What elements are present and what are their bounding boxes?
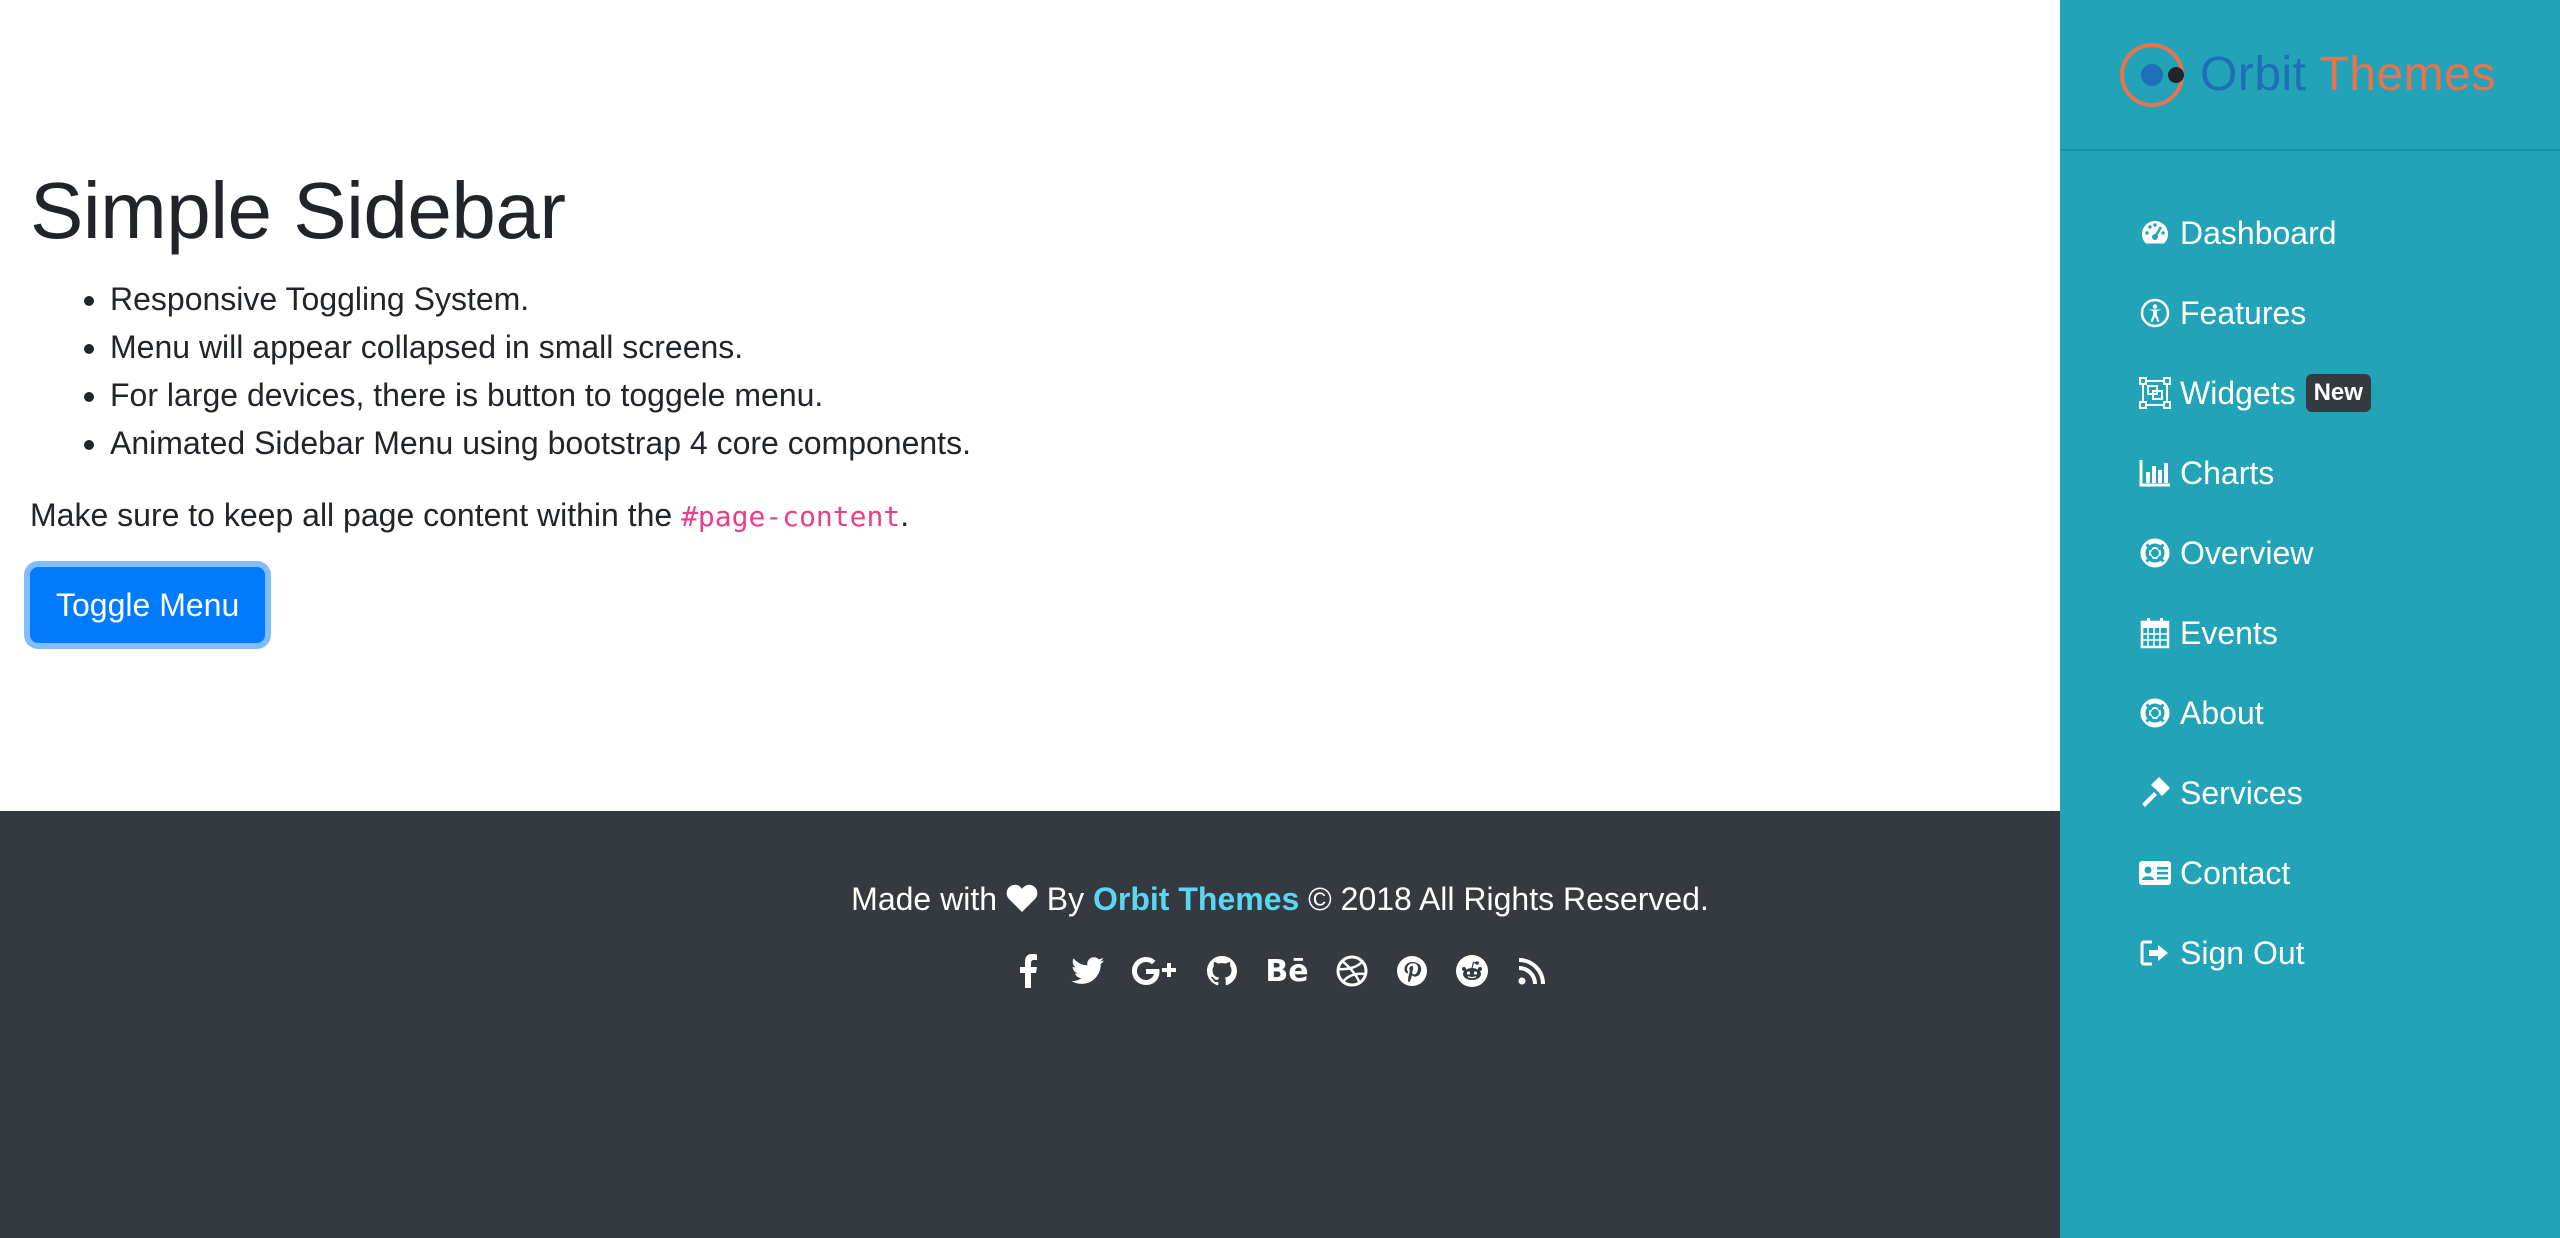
sidebar-item-label: Widgets (2180, 374, 2296, 411)
sidebar-item-label: Services (2180, 774, 2303, 811)
sidebar-item-label: Dashboard (2180, 214, 2337, 251)
rss-icon[interactable] (1514, 951, 1550, 991)
list-item: Menu will appear collapsed in small scre… (110, 323, 2060, 371)
sidebar-item-services[interactable]: Services (2138, 753, 2560, 833)
rights-text: © 2018 All Rights Reserved. (1308, 881, 1709, 917)
calendar-icon (2138, 616, 2172, 650)
life-ring-icon (2138, 696, 2172, 730)
pinterest-icon[interactable] (1394, 951, 1430, 991)
sidebar-item-dashboard[interactable]: Dashboard (2138, 193, 2560, 273)
sidebar-item-sign-out[interactable]: Sign Out (2138, 913, 2560, 993)
brand-word-orbit: Orbit (2200, 48, 2307, 101)
sidebar-item-charts[interactable]: Charts (2138, 433, 2560, 513)
twitter-icon[interactable] (1070, 951, 1106, 991)
toggle-menu-button[interactable]: Toggle Menu (30, 567, 266, 643)
facebook-icon[interactable] (1010, 951, 1046, 991)
widgets-icon (2138, 376, 2172, 410)
feature-list: Responsive Toggling System. Menu will ap… (30, 275, 2060, 467)
sidebar-item-widgets[interactable]: Widgets New (2138, 353, 2560, 433)
sidebar-item-label: Contact (2180, 854, 2291, 891)
footer: Made with By Orbit Themes © 2018 All Rig… (0, 811, 2060, 1238)
reddit-icon[interactable] (1454, 951, 1490, 991)
sidebar-item-label: Overview (2180, 534, 2314, 571)
sidebar-item-label: Charts (2180, 454, 2275, 491)
page-content-note: Make sure to keep all page content withi… (30, 491, 2060, 541)
github-icon[interactable] (1204, 951, 1240, 991)
google-plus-icon[interactable] (1130, 951, 1180, 991)
sidebar-item-label: Features (2180, 294, 2307, 331)
address-card-icon (2138, 856, 2172, 890)
bar-chart-icon (2138, 456, 2172, 490)
sidebar: Orbit Themes Dashboard Features Widgets (2060, 0, 2560, 1238)
content-container: Simple Sidebar Responsive Toggling Syste… (0, 0, 2060, 643)
by-text: By (1046, 881, 1085, 917)
sidebar-menu: Dashboard Features Widgets New Charts Ov… (2060, 151, 2560, 993)
sidebar-brand[interactable]: Orbit Themes (2060, 0, 2560, 151)
dribbble-icon[interactable] (1334, 951, 1370, 991)
page-wrapper: Simple Sidebar Responsive Toggling Syste… (0, 0, 2560, 1238)
note-text: Make sure to keep all page content withi… (30, 497, 682, 533)
new-badge: New (2305, 374, 2371, 412)
brand-name: Orbit Themes (2200, 47, 2496, 102)
sidebar-item-events[interactable]: Events (2138, 593, 2560, 673)
footer-brand-link[interactable]: Orbit Themes (1093, 881, 1299, 917)
list-item: Animated Sidebar Menu using bootstrap 4 … (110, 419, 2060, 467)
list-item: For large devices, there is button to to… (110, 371, 2060, 419)
brand-word-themes: Themes (2319, 48, 2496, 101)
note-code: #page-content (681, 500, 901, 533)
page-title: Simple Sidebar (30, 166, 566, 255)
sidebar-item-overview[interactable]: Overview (2138, 513, 2560, 593)
sidebar-item-label: Events (2180, 614, 2278, 651)
sidebar-item-about[interactable]: About (2138, 673, 2560, 753)
dashboard-icon (2138, 216, 2172, 250)
list-item: Responsive Toggling System. (110, 275, 2060, 323)
behance-icon[interactable]: Bē (1264, 951, 1310, 991)
sign-out-icon (2138, 936, 2172, 970)
gavel-icon (2138, 776, 2172, 810)
sidebar-item-features[interactable]: Features (2138, 273, 2560, 353)
note-suffix: . (900, 497, 910, 533)
accessibility-icon (2138, 296, 2172, 330)
orbit-logo-icon (2120, 40, 2190, 110)
sidebar-item-label: Sign Out (2180, 934, 2305, 971)
page-content: Simple Sidebar Responsive Toggling Syste… (0, 0, 2060, 811)
life-ring-icon (2138, 536, 2172, 570)
made-with-text: Made with (851, 881, 997, 917)
sidebar-item-label: About (2180, 694, 2264, 731)
heart-icon (1006, 878, 1038, 912)
sidebar-item-contact[interactable]: Contact (2138, 833, 2560, 913)
